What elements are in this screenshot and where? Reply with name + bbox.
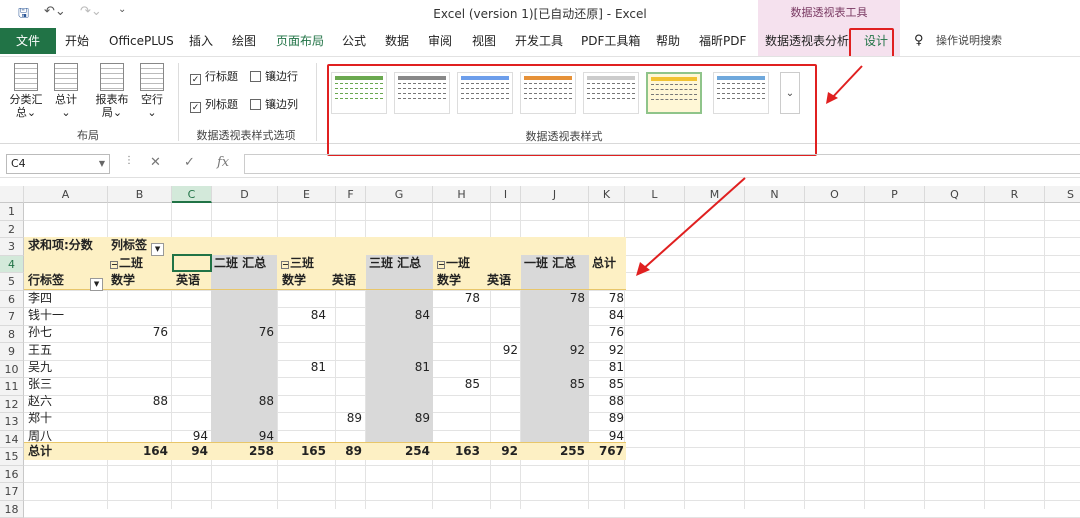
- annotation-arrows: [0, 0, 1080, 509]
- arrow-line: [642, 178, 745, 270]
- arrow-line: [830, 66, 862, 100]
